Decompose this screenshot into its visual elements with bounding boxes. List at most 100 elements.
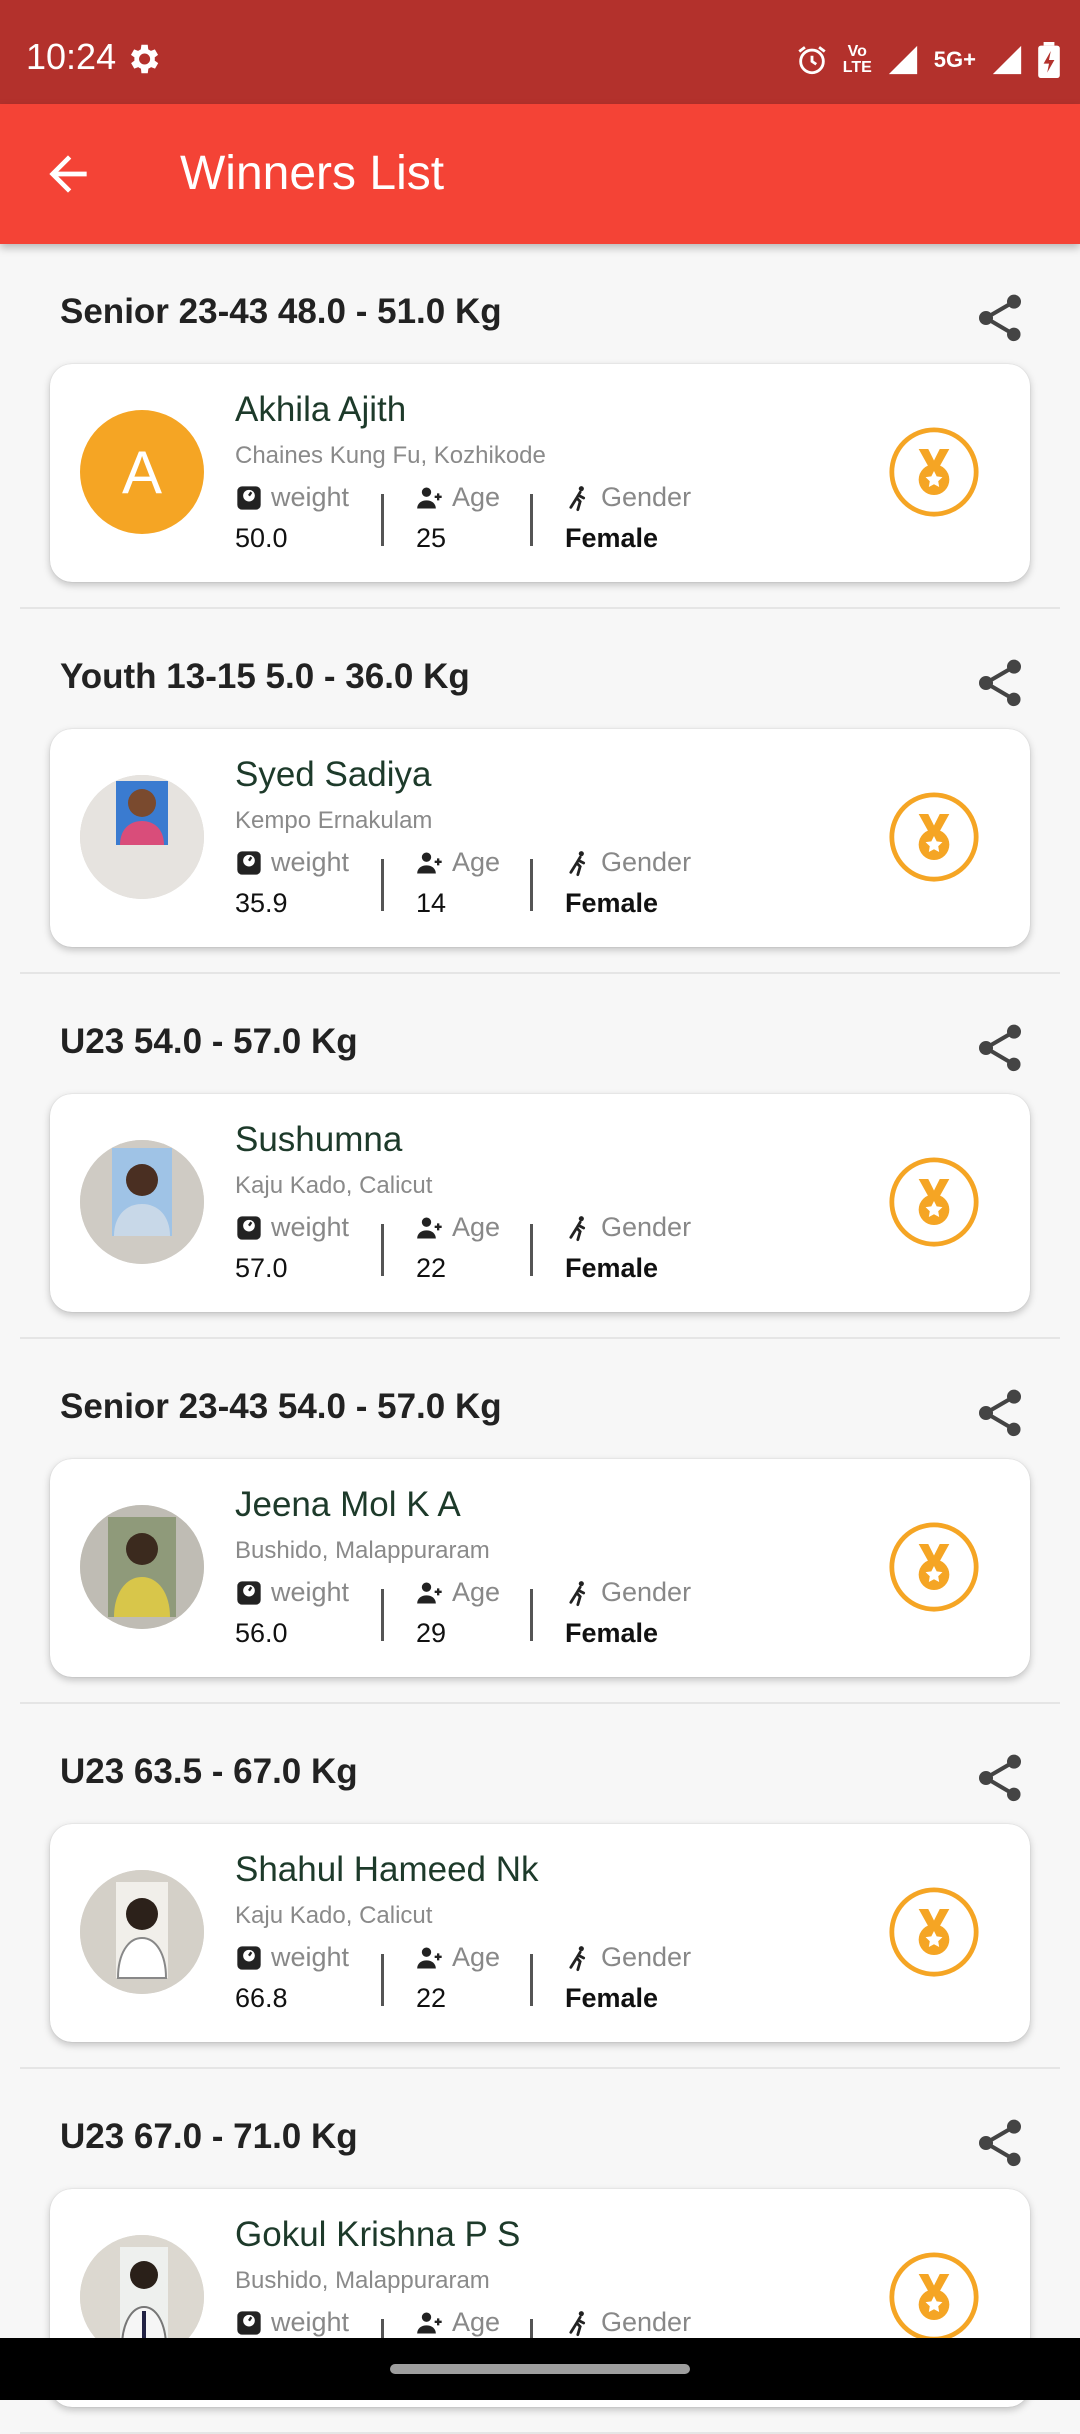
share-icon[interactable] <box>972 290 1028 346</box>
winner-card[interactable]: Shahul Hameed Nk Kaju Kado, Calicut weig… <box>50 1824 1030 2042</box>
winner-section: Youth 13-15 5.0 - 36.0 Kg Syed Sadiya Ke… <box>0 609 1080 974</box>
add-person-icon <box>417 487 442 508</box>
scale-icon <box>237 1215 261 1240</box>
category-title: U23 63.5 - 67.0 Kg <box>60 1752 358 1791</box>
divider <box>381 1954 384 2006</box>
share-icon[interactable] <box>972 2115 1028 2171</box>
medal-icon[interactable] <box>888 2251 980 2343</box>
person-walking-icon <box>569 1215 586 1241</box>
medal-icon[interactable] <box>888 426 980 518</box>
winner-club: Kempo Ernakulam <box>235 807 433 834</box>
avatar <box>80 1870 204 1994</box>
category-title: U23 67.0 - 71.0 Kg <box>60 2117 358 2156</box>
weight-label: weight <box>271 1942 350 1972</box>
add-person-icon <box>417 1217 442 1238</box>
weight-stat: weight 57.0 <box>235 1212 349 1284</box>
winner-name: Gokul Krishna P S <box>235 2215 521 2254</box>
divider <box>530 1589 533 1641</box>
gender-stat: Gender Female <box>565 482 691 554</box>
age-value: 22 <box>416 1253 447 1283</box>
age-stat: Age 25 <box>416 482 500 554</box>
winners-list: Senior 23-43 48.0 - 51.0 Kg A Akhila Aji… <box>0 244 1080 2434</box>
weight-label: weight <box>271 847 350 877</box>
home-gesture-handle[interactable] <box>390 2364 690 2374</box>
category-title: Senior 23-43 48.0 - 51.0 Kg <box>60 292 502 331</box>
divider <box>381 1224 384 1276</box>
divider <box>530 494 533 546</box>
gender-stat: Gender Female <box>565 1577 691 1649</box>
gender-label: Gender <box>601 1212 692 1242</box>
gender-value: Female <box>565 1253 659 1283</box>
scale-icon <box>237 1580 261 1605</box>
winner-section: Senior 23-43 54.0 - 57.0 Kg Jeena Mol K … <box>0 1339 1080 1704</box>
weight-value: 50.0 <box>235 523 288 553</box>
profile-photo <box>80 1505 204 1629</box>
gender-value: Female <box>565 1618 659 1648</box>
share-icon[interactable] <box>972 655 1028 711</box>
person-walking-icon <box>569 1945 586 1971</box>
share-icon[interactable] <box>972 1750 1028 1806</box>
arrow-left-icon[interactable] <box>40 146 96 202</box>
medal-icon[interactable] <box>888 1886 980 1978</box>
weight-value: 35.9 <box>235 888 288 918</box>
scale-icon <box>237 1945 261 1970</box>
category-title: U23 54.0 - 57.0 Kg <box>60 1022 358 1061</box>
age-value: 14 <box>416 888 447 918</box>
weight-label: weight <box>271 2307 350 2337</box>
person-walking-icon <box>569 485 586 511</box>
gender-value: Female <box>565 523 659 553</box>
category-title: Senior 23-43 54.0 - 57.0 Kg <box>60 1387 502 1426</box>
medal-icon[interactable] <box>888 791 980 883</box>
gender-stat: Gender Female <box>565 1212 691 1284</box>
age-value: 25 <box>416 523 447 553</box>
medal-icon[interactable] <box>888 1521 980 1613</box>
gender-label: Gender <box>601 482 692 512</box>
battery-charging-icon <box>1038 42 1060 78</box>
weight-stat: weight 35.9 <box>235 847 349 919</box>
winner-name: Jeena Mol K A <box>235 1485 461 1524</box>
weight-value: 56.0 <box>235 1618 288 1648</box>
age-label: Age <box>452 2307 501 2337</box>
divider <box>530 1954 533 2006</box>
avatar <box>80 775 204 899</box>
winner-name: Sushumna <box>235 1120 403 1159</box>
gender-value: Female <box>565 888 659 918</box>
divider <box>381 859 384 911</box>
age-value: 29 <box>416 1618 447 1648</box>
divider <box>381 494 384 546</box>
winner-club: Bushido, Malappuraram <box>235 1537 490 1564</box>
avatar <box>80 1505 204 1629</box>
gender-label: Gender <box>601 1577 692 1607</box>
age-value: 22 <box>416 1983 447 2013</box>
gender-label: Gender <box>601 847 692 877</box>
weight-label: weight <box>271 1212 350 1242</box>
weight-label: weight <box>271 1577 350 1607</box>
age-label: Age <box>452 482 501 512</box>
gender-stat: Gender Female <box>565 1942 691 2014</box>
app-bar: Winners List <box>0 104 1080 244</box>
avatar <box>80 1140 204 1264</box>
gear-icon <box>130 44 159 74</box>
status-bar: 10:24 Vo LTE 5G+ <box>0 0 1080 104</box>
winner-section: Senior 23-43 48.0 - 51.0 Kg A Akhila Aji… <box>0 244 1080 609</box>
gender-label: Gender <box>601 2307 692 2337</box>
winner-card[interactable]: Jeena Mol K A Bushido, Malappuraram weig… <box>50 1459 1030 1677</box>
gender-stat: Gender Female <box>565 847 691 919</box>
age-stat: Age 22 <box>416 1212 500 1284</box>
add-person-icon <box>417 1947 442 1968</box>
winner-card[interactable]: Syed Sadiya Kempo Ernakulam weight 35.9 … <box>50 729 1030 947</box>
network-type: 5G+ <box>933 47 976 72</box>
avatar: A <box>80 410 204 534</box>
medal-icon[interactable] <box>888 1156 980 1248</box>
winner-card[interactable]: A Akhila Ajith Chaines Kung Fu, Kozhikod… <box>50 364 1030 582</box>
age-label: Age <box>452 1212 501 1242</box>
page-title: Winners List <box>180 147 445 200</box>
weight-stat: weight 56.0 <box>235 1577 349 1649</box>
age-label: Age <box>452 847 501 877</box>
age-stat: Age 14 <box>416 847 500 919</box>
share-icon[interactable] <box>972 1385 1028 1441</box>
share-icon[interactable] <box>972 1020 1028 1076</box>
status-time: 10:24 <box>26 36 117 77</box>
winner-card[interactable]: Sushumna Kaju Kado, Calicut weight 57.0 … <box>50 1094 1030 1312</box>
divider <box>381 1589 384 1641</box>
